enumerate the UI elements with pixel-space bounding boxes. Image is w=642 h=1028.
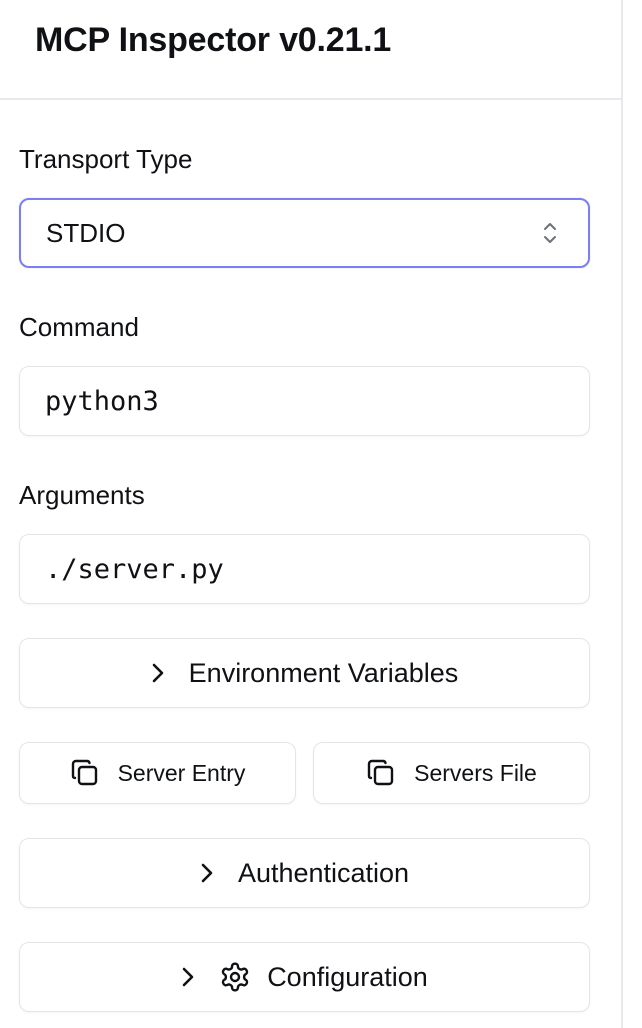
copy-servers-file-button[interactable]: Servers File — [313, 742, 590, 804]
command-value: python3 — [45, 385, 159, 417]
arguments-input[interactable]: ./server.py — [19, 534, 590, 604]
chevron-right-icon — [152, 663, 163, 683]
environment-variables-button[interactable]: Environment Variables — [19, 638, 590, 708]
copy-icon — [71, 759, 97, 786]
copy-icon — [367, 759, 394, 786]
command-input[interactable]: python3 — [19, 366, 590, 436]
gear-icon — [221, 962, 249, 992]
transport-type-value: STDIO — [46, 217, 126, 248]
copy-server-entry-button[interactable]: Server Entry — [19, 742, 296, 804]
app-title: MCP Inspector v0.21.1 — [35, 20, 392, 59]
authentication-label: Authentication — [237, 857, 410, 888]
arguments-label: Arguments — [19, 480, 145, 510]
environment-variables-label: Environment Variables — [188, 657, 459, 688]
chevron-up-down-icon — [544, 223, 556, 243]
command-label: Command — [19, 312, 139, 342]
servers-file-label: Servers File — [414, 759, 537, 786]
authentication-button[interactable]: Authentication — [19, 838, 590, 908]
chevron-right-icon — [201, 863, 213, 883]
transport-type-select[interactable]: STDIO — [19, 198, 590, 268]
chevron-right-icon — [182, 967, 194, 987]
transport-type-label: Transport Type — [19, 144, 193, 174]
sidebar-panel: MCP Inspector v0.21.1 Transport Type STD… — [0, 0, 623, 1028]
arguments-value: ./server.py — [45, 553, 224, 585]
configuration-button[interactable]: Configuration — [19, 942, 590, 1012]
configuration-label: Configuration — [267, 961, 428, 992]
server-entry-label: Server Entry — [117, 759, 246, 786]
sidebar-header: MCP Inspector v0.21.1 — [0, 0, 621, 100]
